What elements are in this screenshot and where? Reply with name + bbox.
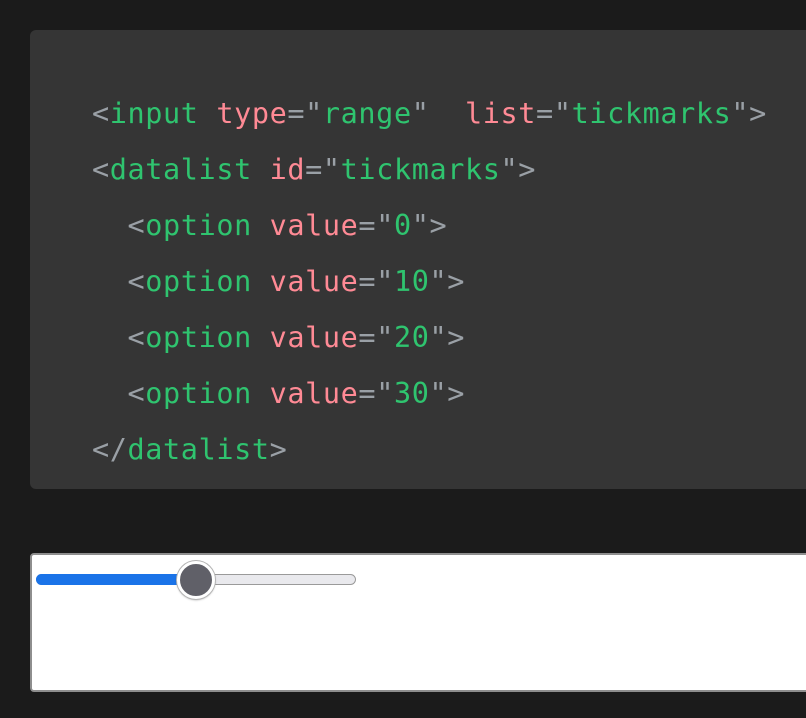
code-token-punct	[252, 377, 270, 410]
code-token-punct: "	[429, 321, 448, 354]
code-token-punct: >	[447, 377, 466, 410]
code-token-punct: =	[536, 97, 554, 130]
code-token-punct: "	[376, 209, 394, 242]
code-token-punct: "	[376, 321, 394, 354]
code-token-punct	[252, 209, 270, 242]
code-token-punct	[252, 321, 270, 354]
code-token-str: tickmarks	[571, 97, 732, 130]
code-token-punct: "	[731, 97, 750, 130]
code-token-punct: <	[127, 321, 146, 354]
code-token-punct: >	[447, 321, 466, 354]
code-token-punct: =	[358, 377, 377, 410]
code-line: <option value="30">	[92, 366, 806, 422]
code-token-tag: datalist	[109, 153, 252, 186]
code-token-str: range	[322, 97, 412, 130]
code-line: <option value="0">	[92, 198, 806, 254]
code-token-punct: =	[287, 97, 306, 130]
code-line: <input type="range" list="tickmarks">	[92, 86, 806, 142]
code-token-punct: "	[411, 97, 430, 130]
code-token-punct: "	[500, 153, 519, 186]
code-token-punct: =	[305, 153, 323, 186]
code-token-punct	[429, 97, 465, 130]
code-line: <option value="10">	[92, 254, 806, 310]
code-token-punct: "	[429, 377, 448, 410]
code-line: <option value="20">	[92, 310, 806, 366]
code-token-str: tickmarks	[340, 153, 501, 186]
code-line: <datalist id="tickmarks">	[92, 142, 806, 198]
code-token-attr: id	[269, 153, 306, 186]
code-token-attr: type	[216, 97, 288, 130]
code-token-punct: "	[376, 377, 394, 410]
code-token-attr: list	[465, 97, 537, 130]
code-line: </datalist>	[92, 422, 806, 478]
code-token-punct: "	[429, 265, 448, 298]
code-token-punct: "	[322, 153, 341, 186]
code-sample: <input type="range" list="tickmarks"> <da…	[30, 30, 806, 489]
code-token-punct: "	[305, 97, 323, 130]
code-token-str: 0	[393, 209, 412, 242]
code-token-punct: "	[553, 97, 572, 130]
code-token-attr: value	[269, 209, 359, 242]
code-token-punct: >	[269, 433, 288, 466]
code-token-punct: >	[447, 265, 466, 298]
code-token-punct: <	[92, 153, 110, 186]
code-token-punct	[252, 265, 270, 298]
live-preview	[30, 553, 806, 692]
code-token-tag: option	[145, 265, 252, 298]
code-token-attr: value	[269, 377, 359, 410]
code-token-punct: "	[376, 265, 394, 298]
code-token-punct: >	[749, 97, 767, 130]
code-token-str: 20	[393, 321, 430, 354]
range-slider-fill	[36, 574, 196, 585]
code-token-str: 30	[393, 377, 430, 410]
code-token-punct: <	[127, 209, 146, 242]
code-token-punct	[252, 153, 270, 186]
code-token-tag: option	[145, 321, 252, 354]
range-slider[interactable]	[36, 560, 356, 599]
code-token-str: 10	[393, 265, 430, 298]
range-slider-thumb[interactable]	[177, 560, 215, 599]
code-token-attr: value	[269, 321, 359, 354]
code-token-tag: datalist	[127, 433, 270, 466]
code-token-punct: <	[127, 265, 146, 298]
code-token-tag: option	[145, 209, 252, 242]
code-token-punct	[199, 97, 217, 130]
code-token-tag: option	[145, 377, 252, 410]
code-token-punct: =	[358, 265, 377, 298]
code-token-punct: >	[518, 153, 537, 186]
code-token-punct: <	[92, 97, 110, 130]
code-token-punct: <	[127, 377, 146, 410]
code-token-punct: "	[411, 209, 430, 242]
code-token-attr: value	[269, 265, 359, 298]
code-token-punct: >	[429, 209, 448, 242]
code-token-tag: input	[109, 97, 199, 130]
code-token-punct: =	[358, 321, 377, 354]
code-token-punct: </	[92, 433, 128, 466]
code-token-punct: =	[358, 209, 377, 242]
